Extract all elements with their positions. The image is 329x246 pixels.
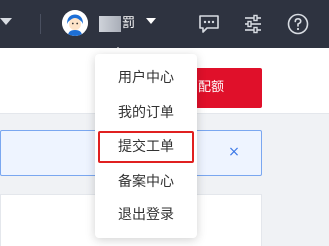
- user-avatar[interactable]: [62, 10, 88, 36]
- left-caret-icon[interactable]: [0, 18, 12, 25]
- menu-item-logout[interactable]: 退出登录: [95, 199, 197, 231]
- dropdown-arrow: [111, 47, 125, 54]
- username[interactable]: 罰: [99, 15, 135, 33]
- message-icon[interactable]: [197, 12, 221, 36]
- settings-sliders-icon[interactable]: [241, 12, 265, 36]
- username-suffix: 罰: [122, 16, 136, 31]
- username-redacted: [99, 16, 121, 32]
- menu-item-user-center[interactable]: 用户中心: [95, 62, 197, 94]
- help-icon[interactable]: [286, 12, 310, 36]
- header-divider: [40, 14, 41, 34]
- top-navbar: 罰: [0, 0, 329, 48]
- menu-item-submit-ticket[interactable]: 提交工单: [98, 131, 194, 163]
- user-dropdown-menu: 用户中心 我的订单 提交工单 备案中心 退出登录: [95, 54, 197, 238]
- quota-button[interactable]: 配额: [192, 68, 262, 108]
- menu-item-my-orders[interactable]: 我的订单: [95, 97, 197, 129]
- caret-down-icon[interactable]: [146, 18, 156, 24]
- close-icon[interactable]: ×: [227, 145, 241, 159]
- menu-item-filing-center[interactable]: 备案中心: [95, 166, 197, 198]
